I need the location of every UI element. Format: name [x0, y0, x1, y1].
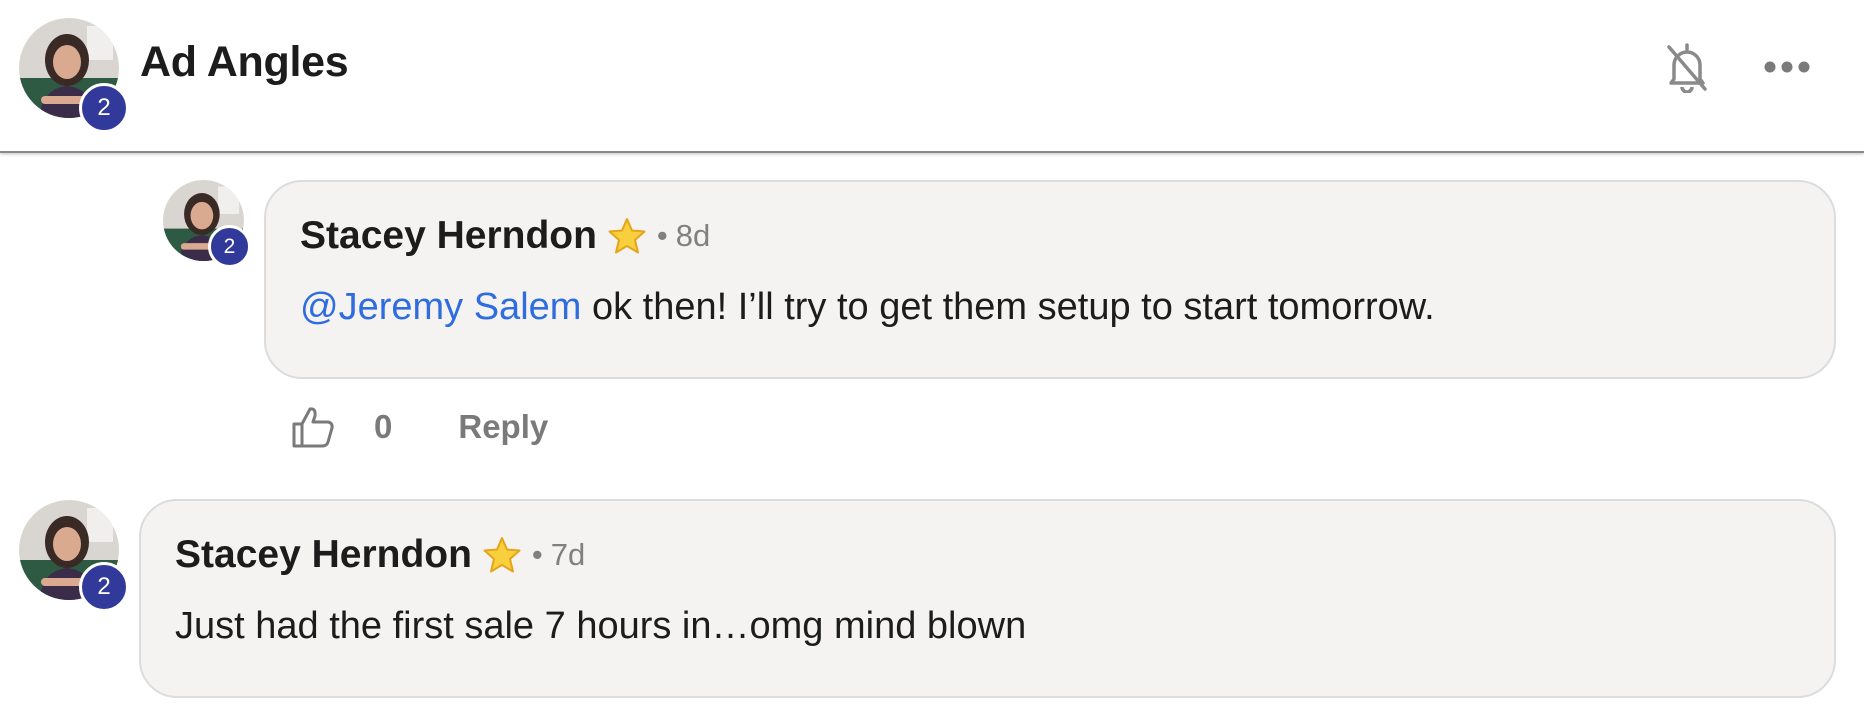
comment-bubble: Stacey Herndon • 7d Just had the first s… [139, 499, 1836, 698]
level-badge: 2 [79, 562, 129, 612]
comment-avatar[interactable]: 2 [19, 500, 129, 612]
level-badge: 2 [79, 83, 129, 133]
user-mention[interactable]: @Jeremy Salem [300, 286, 581, 328]
reply-button[interactable]: Reply [458, 408, 548, 446]
star-icon [483, 537, 521, 573]
comment-text: ok then! I’ll try to get them setup to s… [581, 286, 1435, 328]
comment-header: Stacey Herndon • 7d [175, 533, 585, 577]
thumbs-up-icon[interactable] [290, 404, 336, 450]
page-title: Ad Angles [140, 38, 349, 86]
author-name[interactable]: Stacey Herndon [300, 214, 597, 258]
comment-age: 7d [550, 537, 586, 572]
author-name[interactable]: Stacey Herndon [175, 533, 472, 577]
comment-body: @Jeremy Salem ok then! I’ll try to get t… [300, 286, 1435, 329]
level-badge: 2 [208, 225, 251, 268]
comment-age: 8d [675, 218, 711, 253]
group-avatar[interactable]: 2 [19, 18, 129, 133]
separator-dot: • [656, 218, 668, 253]
more-horizontal-icon [1764, 61, 1810, 73]
notifications-button[interactable] [1662, 38, 1712, 96]
separator-dot: • [531, 537, 543, 572]
bell-off-icon [1667, 43, 1707, 93]
star-icon [608, 218, 646, 254]
comment-avatar[interactable]: 2 [163, 180, 251, 268]
comment-header: Stacey Herndon • 8d [300, 214, 710, 258]
comment-body: Just had the first sale 7 hours in…omg m… [175, 605, 1027, 647]
like-count: 0 [374, 408, 393, 445]
comment-actions: 0 Reply [290, 404, 548, 450]
more-options-button[interactable] [1762, 52, 1812, 82]
comment-bubble: Stacey Herndon • 8d @Jeremy Salem ok the… [264, 180, 1836, 379]
group-header: 2 Ad Angles [0, 0, 1864, 153]
